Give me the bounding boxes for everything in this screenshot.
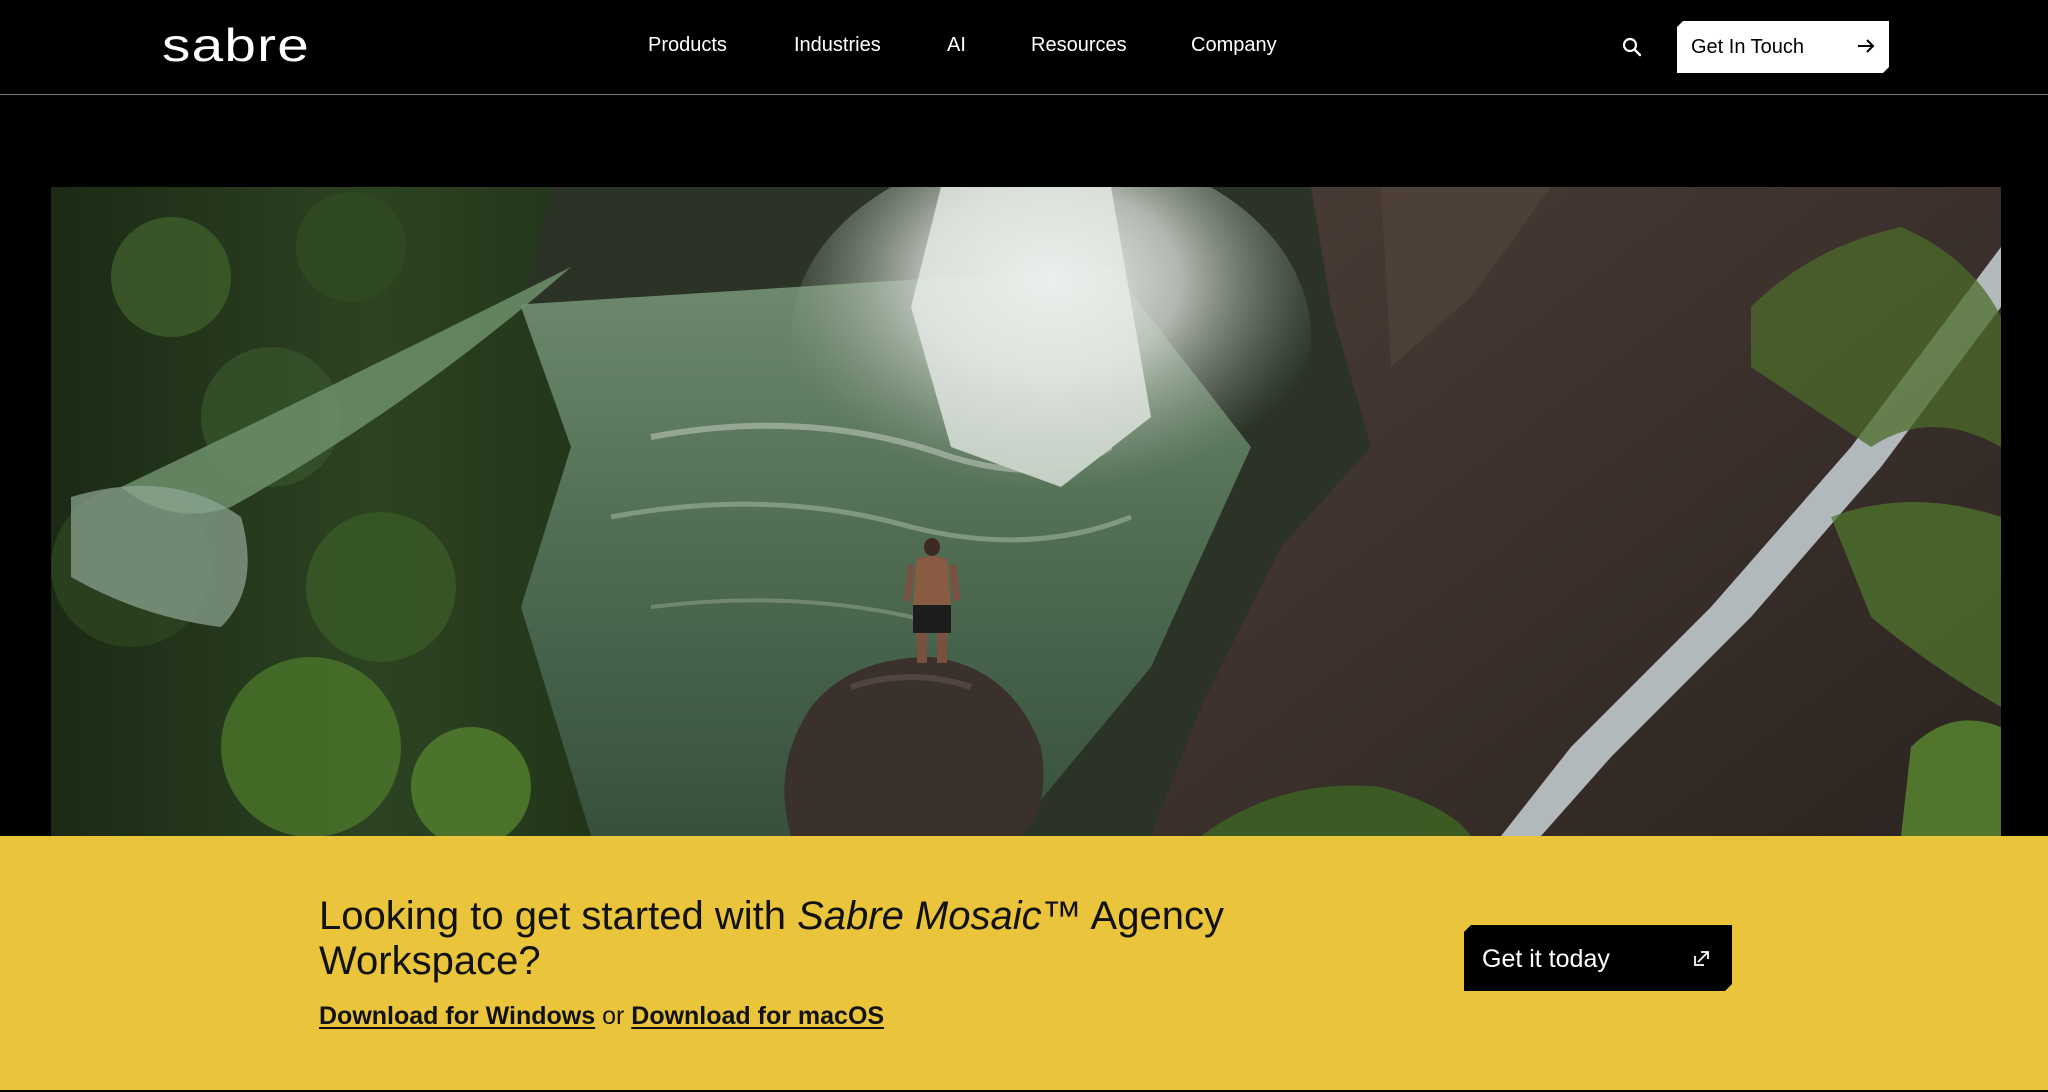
promo-band: Looking to get started with Sabre Mosaic…: [0, 836, 2048, 1090]
download-windows-link[interactable]: Download for Windows: [319, 1002, 595, 1030]
waterfall-photo: [51, 187, 2001, 836]
get-it-today-label: Get it today: [1482, 945, 1610, 973]
download-separator: or: [595, 1002, 632, 1030]
search-icon: [1622, 37, 1642, 57]
nav-item-products[interactable]: Products: [648, 34, 727, 57]
promo-headline: Looking to get started with Sabre Mosaic…: [319, 894, 1259, 984]
arrow-right-icon: [1855, 35, 1877, 57]
download-links: Download for Windows or Download for mac…: [319, 1002, 884, 1031]
site-header: sabre Products Industries AI Resources C…: [0, 0, 2048, 95]
nav-item-resources[interactable]: Resources: [1031, 34, 1127, 57]
search-button[interactable]: [1618, 33, 1648, 63]
download-macos-link[interactable]: Download for macOS: [631, 1002, 884, 1030]
hero-image: [51, 187, 2001, 836]
nav-item-company[interactable]: Company: [1191, 34, 1277, 57]
get-it-today-button[interactable]: Get it today: [1464, 925, 1732, 991]
external-link-icon: [1692, 948, 1712, 968]
headline-text-start: Looking to get started with: [319, 894, 798, 938]
nav-item-ai[interactable]: AI: [947, 34, 966, 57]
get-in-touch-label: Get In Touch: [1691, 36, 1805, 58]
nav-item-industries[interactable]: Industries: [794, 34, 881, 57]
get-in-touch-button[interactable]: Get In Touch: [1677, 21, 1889, 73]
product-name: Sabre Mosaic™: [797, 894, 1082, 938]
